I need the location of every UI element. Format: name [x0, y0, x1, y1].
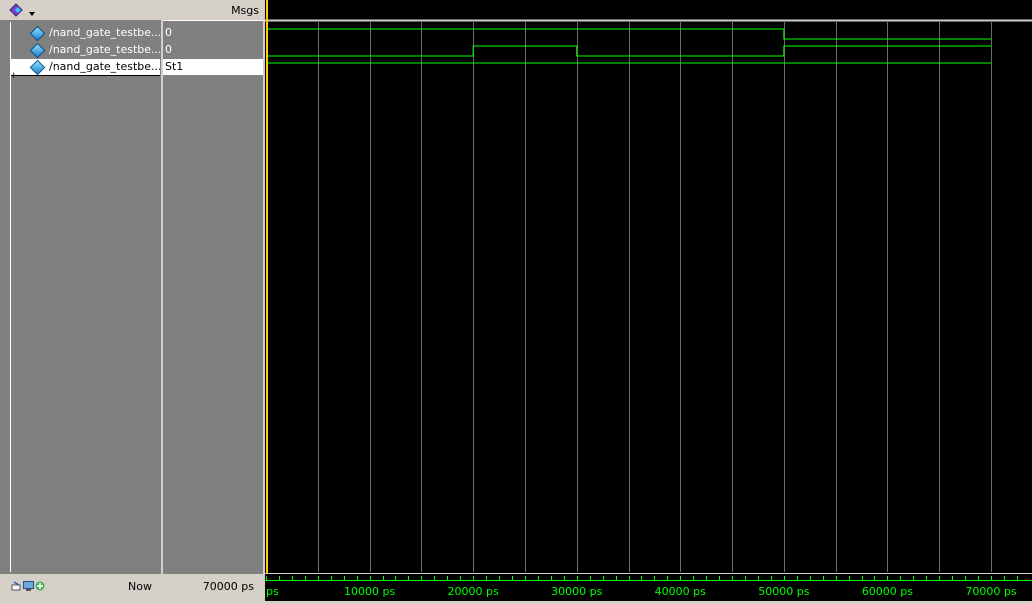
- signal-value-text: 0: [165, 26, 172, 39]
- waveform-canvas[interactable]: ps 10000 ps 20000 ps 30000 ps 40000 ps 50000 …: [265, 0, 1032, 601]
- ruler-label: 40000 ps: [655, 585, 706, 598]
- signal-value[interactable]: 0: [165, 42, 261, 58]
- add-cursor-icon[interactable]: [35, 581, 45, 591]
- value-pane-header: Msgs: [163, 0, 263, 20]
- waveform-1[interactable]: [266, 28, 991, 40]
- now-value: 70000 ps: [202, 580, 254, 593]
- ruler-label: 60000 ps: [862, 585, 913, 598]
- value-pane-footer: 70000 ps: [163, 574, 263, 601]
- signal-row-selected[interactable]: /nand_gate_testbe...: [11, 59, 160, 75]
- value-header-line: [163, 20, 263, 21]
- ruler-label: ps: [266, 585, 279, 598]
- edit-icon[interactable]: [11, 581, 21, 591]
- ruler-label: 10000 ps: [344, 585, 395, 598]
- signal-name-list: [10, 22, 162, 572]
- signal-diamond-icon: [29, 25, 46, 41]
- name-pane-footer: Now: [0, 574, 161, 601]
- wave-header: [265, 0, 1032, 19]
- chevron-down-icon[interactable]: [28, 7, 36, 16]
- signal-value-text: St1: [165, 60, 184, 73]
- row-separator: [11, 75, 160, 76]
- ruler-label: 20000 ps: [448, 585, 499, 598]
- signal-diamond-icon: [29, 59, 46, 75]
- signal-name: /nand_gate_testbe...: [49, 60, 160, 73]
- signal-diamond-icon: [29, 42, 46, 58]
- expand-marker: +: [10, 71, 18, 81]
- signal-value-selected[interactable]: St1: [163, 59, 264, 75]
- monitor-icon[interactable]: [23, 581, 34, 591]
- signal-row[interactable]: /nand_gate_testbe...: [28, 25, 160, 41]
- ruler-label: 50000 ps: [758, 585, 809, 598]
- name-pane-header: [0, 0, 161, 21]
- msgs-header: Msgs: [231, 4, 259, 17]
- signal-value-text: 0: [165, 43, 172, 56]
- signal-row[interactable]: /nand_gate_testbe...: [28, 42, 160, 58]
- signal-value[interactable]: 0: [165, 25, 261, 41]
- ruler-label: 70000 ps: [965, 585, 1016, 598]
- signal-name: /nand_gate_testbe...: [49, 26, 160, 39]
- signal-value-pane: [163, 0, 263, 601]
- now-label: Now: [128, 580, 152, 593]
- signal-name: /nand_gate_testbe...: [49, 43, 160, 56]
- add-wave-icon[interactable]: [9, 3, 23, 17]
- waveform-2[interactable]: [266, 45, 991, 57]
- ruler-label: 30000 ps: [551, 585, 602, 598]
- wave-pane[interactable]: ps 10000 ps 20000 ps 30000 ps 40000 ps 50000 …: [265, 0, 1032, 601]
